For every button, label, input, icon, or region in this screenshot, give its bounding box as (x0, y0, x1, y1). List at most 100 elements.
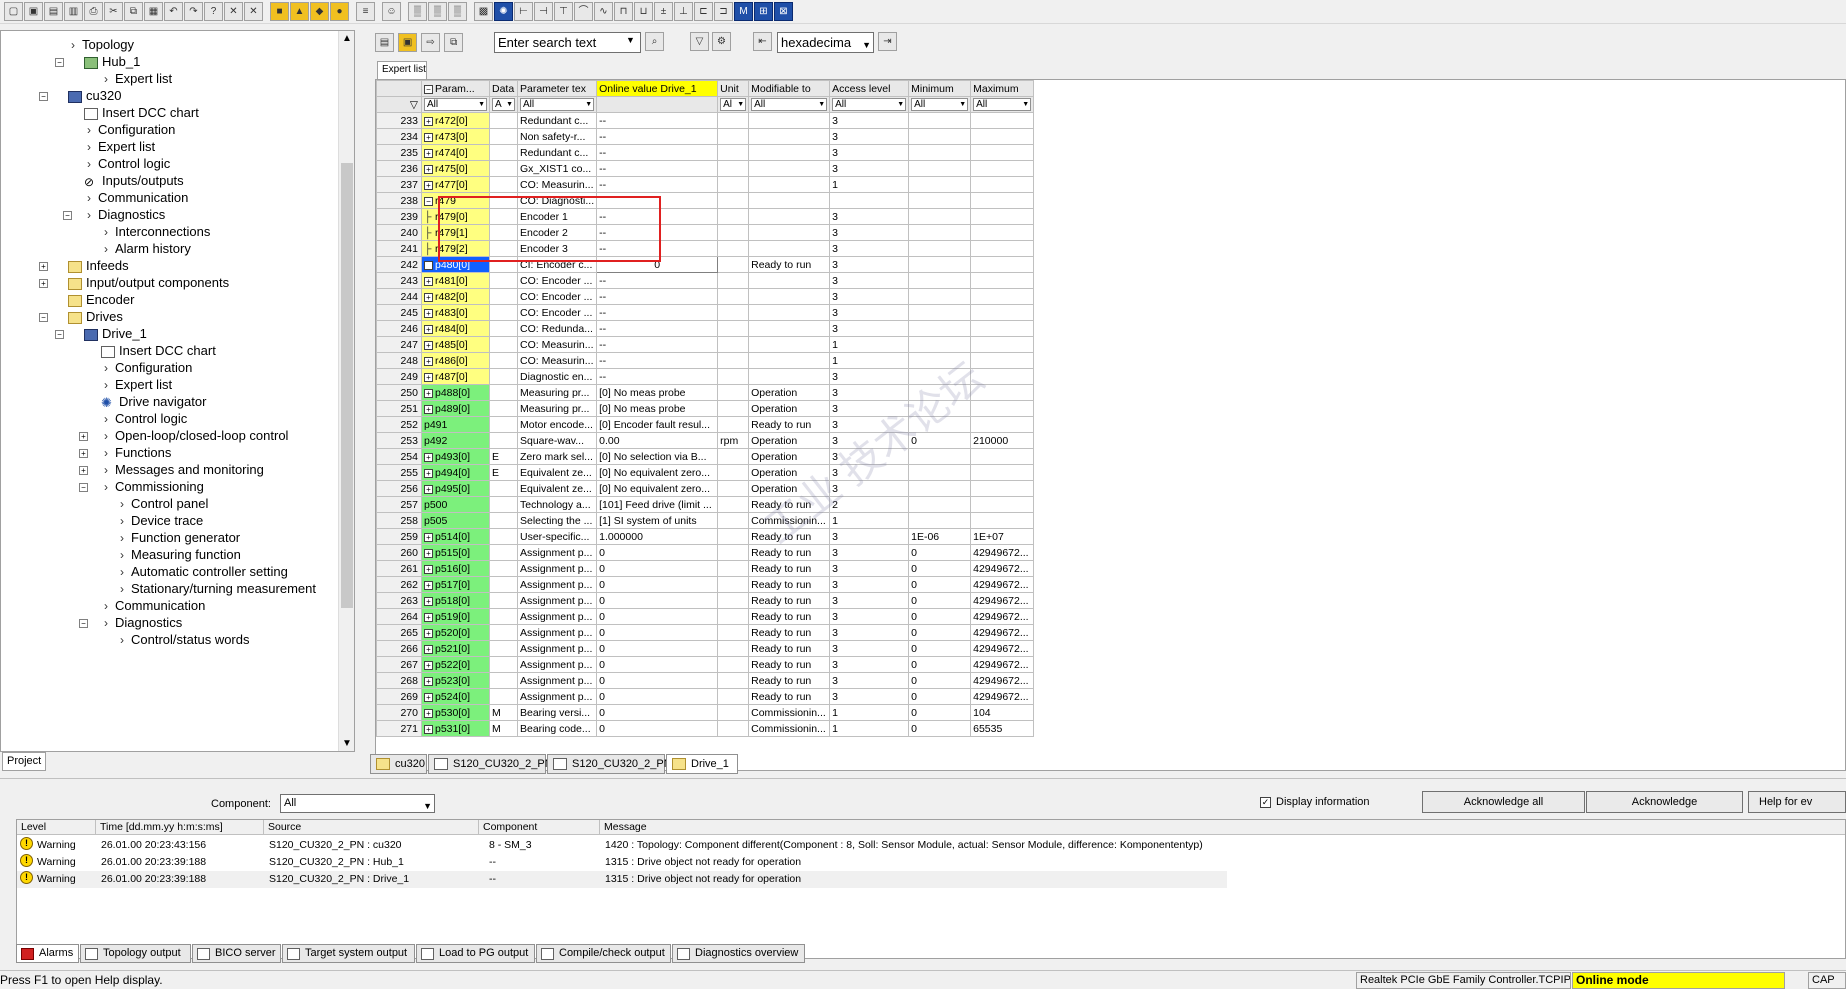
parameter-number[interactable]: + p520[0] (421, 624, 490, 641)
parameter-number[interactable]: + p518[0] (421, 592, 490, 609)
online-value[interactable]: [0] No meas probe (596, 400, 719, 417)
document-tab[interactable]: S120_CU320_2_PN (547, 754, 672, 774)
table-row[interactable]: 246 + r484[0] CO: Redunda... -- 3 (376, 320, 1035, 337)
online-value[interactable]: -- (596, 208, 719, 225)
expand-icon[interactable]: + (424, 580, 433, 590)
parameter-number[interactable]: + p524[0] (421, 688, 490, 705)
parameter-number[interactable]: p505 (421, 512, 490, 529)
tool9-icon[interactable]: ⊥ (674, 2, 693, 21)
expand-icon[interactable]: + (424, 356, 433, 366)
table-row[interactable]: 244 + r482[0] CO: Encoder ... -- 3 (376, 288, 1035, 305)
chart2-icon[interactable]: ▒ (428, 2, 447, 21)
parameter-number[interactable]: + p522[0] (421, 656, 490, 673)
copy-icon[interactable]: ⧉ (124, 2, 143, 21)
parameter-number[interactable]: ├ r479[0] (421, 208, 490, 225)
online-value[interactable]: 0 (596, 256, 719, 273)
output-tab[interactable]: Topology output (80, 944, 191, 963)
filter-dropdown[interactable]: All (424, 98, 487, 111)
filter-icon[interactable]: ▽ (376, 96, 422, 113)
output-tab[interactable]: Load to PG output (416, 944, 535, 963)
parameter-number[interactable]: ├ r479[1] (421, 224, 490, 241)
output-tab[interactable]: Target system output (282, 944, 415, 963)
expand-icon[interactable]: + (424, 628, 433, 638)
online-value[interactable]: -- (596, 304, 719, 321)
paste-icon[interactable]: ▦ (144, 2, 163, 21)
expand-icon[interactable]: + (424, 484, 433, 494)
online-value[interactable]: -- (596, 352, 719, 369)
save-params-icon[interactable]: ▤ (375, 33, 394, 52)
expand-icon[interactable]: + (424, 308, 433, 318)
accessible-icon[interactable]: ☺ (382, 2, 401, 21)
online-value[interactable]: 0 (596, 704, 719, 721)
parameter-number[interactable]: + r483[0] (421, 304, 490, 321)
alarm-column-header[interactable]: Message (600, 820, 1845, 835)
binoculars-search-icon[interactable]: ⌕ (645, 32, 664, 51)
parameter-number[interactable]: p491 (421, 416, 490, 433)
open-params-icon[interactable]: ▣ (398, 33, 418, 52)
table-row[interactable]: 234 + r473[0] Non safety-r... -- 3 (376, 128, 1035, 145)
online-value[interactable]: [0] No equivalent zero... (596, 480, 719, 497)
component-select[interactable]: All ▼ (280, 794, 435, 813)
online-value[interactable]: [0] No selection via B... (596, 448, 719, 465)
tool3-icon[interactable]: ⊤ (554, 2, 573, 21)
column-header[interactable]: Minimum (908, 80, 972, 97)
parameter-number[interactable]: + p480[0] (421, 256, 490, 273)
online-value[interactable]: -- (596, 128, 719, 145)
tool10-icon[interactable]: ⊏ (694, 2, 713, 21)
table-row[interactable]: 233 + r472[0] Redundant c... -- 3 (376, 112, 1035, 129)
tree-expander-icon[interactable]: + (79, 432, 88, 441)
tree-expander-icon[interactable]: − (55, 330, 64, 339)
column-header[interactable]: Parameter tex (516, 80, 598, 97)
expand-icon[interactable]: + (424, 676, 433, 686)
parameter-number[interactable]: p500 (421, 496, 490, 513)
expand-icon[interactable]: + (424, 340, 433, 350)
table-row[interactable]: 240 ├ r479[1] Encoder 2 -- 3 (376, 224, 1035, 241)
online-value[interactable]: -- (596, 288, 719, 305)
table-row[interactable]: 270 + p530[0] M Bearing versi... 0 Commissioni… (376, 704, 1035, 721)
scan-icon[interactable]: ≡ (356, 2, 375, 21)
parameter-number[interactable]: + p489[0] (421, 400, 490, 417)
tree-expander-icon[interactable]: + (79, 449, 88, 458)
tool6-icon[interactable]: ⊓ (614, 2, 633, 21)
expand-icon[interactable]: + (424, 452, 433, 462)
export-icon[interactable]: ⇨ (421, 33, 441, 52)
parameter-number[interactable]: + p515[0] (421, 544, 490, 561)
filter-dropdown[interactable]: All (911, 98, 969, 111)
config-icon[interactable]: ● (330, 2, 349, 21)
gear-icon[interactable]: ✺ (494, 2, 513, 21)
parameter-number[interactable]: + p519[0] (421, 608, 490, 625)
table-row[interactable]: 259 + p514[0] User-specific... 1.000000 Ready… (376, 528, 1035, 545)
table-row[interactable]: 262 + p517[0] Assignment p... 0 Ready to run 3… (376, 576, 1035, 593)
tree-expander-icon[interactable]: − (79, 619, 88, 628)
expand-icon[interactable]: + (424, 468, 433, 478)
online-value[interactable]: -- (596, 112, 719, 129)
parameter-number[interactable]: + r473[0] (421, 128, 490, 145)
online-value[interactable]: 0 (596, 688, 719, 705)
table-row[interactable]: 241 ├ r479[2] Encoder 3 -- 3 (376, 240, 1035, 257)
table-row[interactable]: 261 + p516[0] Assignment p... 0 Ready to run 3… (376, 560, 1035, 577)
parameter-number[interactable]: + p516[0] (421, 560, 490, 577)
column-filter[interactable]: A (489, 96, 518, 113)
help-icon[interactable]: ? (204, 2, 223, 21)
parameter-number[interactable]: + r484[0] (421, 320, 490, 337)
online-value[interactable]: 0 (596, 560, 719, 577)
online-value[interactable]: -- (596, 240, 719, 257)
alarm-column-header[interactable]: Time [dd.mm.yy h:m:s:ms] (96, 820, 264, 835)
alarm-column-header[interactable]: Source (264, 820, 479, 835)
online-value[interactable]: -- (596, 144, 719, 161)
tool8-icon[interactable]: ± (654, 2, 673, 21)
table-row[interactable]: 243 + r481[0] CO: Encoder ... -- 3 (376, 272, 1035, 289)
acknowledge-button[interactable]: Acknowledge (1586, 791, 1743, 813)
table-row[interactable]: 266 + p521[0] Assignment p... 0 Ready to run 3… (376, 640, 1035, 657)
filter-dropdown[interactable]: A (492, 98, 515, 111)
column-filter[interactable]: All (421, 96, 490, 113)
number-format-select[interactable]: hexadecima ▼ (777, 32, 874, 53)
column-filter[interactable]: All (908, 96, 972, 113)
table-row[interactable]: 247 + r485[0] CO: Measurin... -- 1 (376, 336, 1035, 353)
parameter-number[interactable]: + p514[0] (421, 528, 490, 545)
online-value[interactable]: -- (596, 160, 719, 177)
parameter-number[interactable]: + r486[0] (421, 352, 490, 369)
table-row[interactable]: 249 + r487[0] Diagnostic en... -- 3 (376, 368, 1035, 385)
new-icon[interactable]: ▢ (4, 2, 23, 21)
table-row[interactable]: 265 + p520[0] Assignment p... 0 Ready to run 3… (376, 624, 1035, 641)
